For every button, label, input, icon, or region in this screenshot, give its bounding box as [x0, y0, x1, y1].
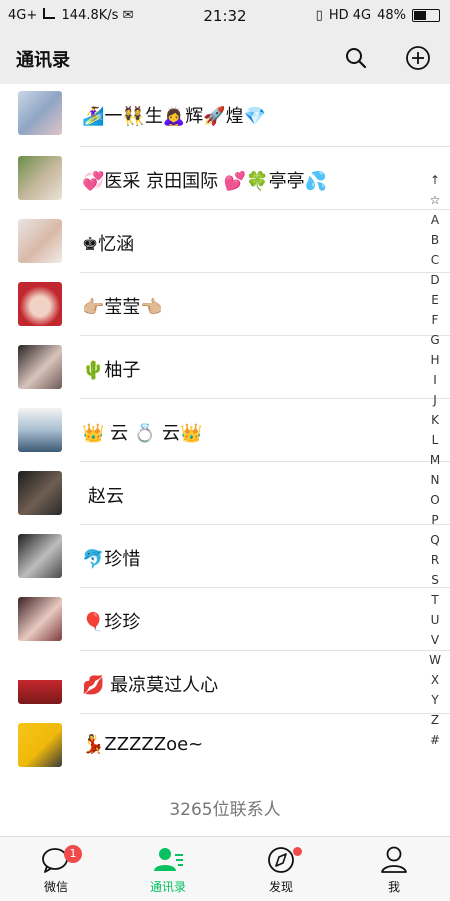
contact-row[interactable]: 👑 云 💍 云👑	[0, 399, 450, 462]
contact-row[interactable]: 💞医采 京田国际 💕🍀亭亭💦	[0, 147, 450, 210]
avatar	[18, 91, 62, 135]
index-letter[interactable]: D	[424, 270, 446, 290]
index-letter[interactable]: F	[424, 310, 446, 330]
index-letter[interactable]: ↑	[424, 170, 446, 190]
contact-count: 3265位联系人	[169, 800, 281, 820]
index-letter[interactable]: S	[424, 570, 446, 590]
index-letter[interactable]: W	[424, 650, 446, 670]
status-bar: 4G+ 144.8K/s ✉ 21:32 ▯ HD 4G 48%	[0, 0, 450, 32]
contact-row[interactable]: 💃ZZZZZoe~	[0, 714, 450, 777]
contact-row[interactable]: 🎈珍珍	[0, 588, 450, 651]
vibrate-icon: ▯	[315, 8, 323, 23]
tab-label: 通讯录	[149, 880, 186, 894]
tab-label: 发现	[268, 880, 293, 894]
index-letter[interactable]: ☆	[424, 190, 446, 210]
battery-percent: 48%	[377, 8, 406, 23]
contact-name: 💃ZZZZZoe~	[82, 734, 204, 755]
contact-name: 🐬珍惜	[82, 549, 141, 570]
avatar	[18, 156, 62, 200]
index-letter[interactable]: C	[424, 250, 446, 270]
avatar	[18, 345, 62, 389]
contact-name: ♚忆涵	[82, 234, 135, 255]
index-letter[interactable]: I	[424, 370, 446, 390]
contact-row[interactable]: 👉🏼莹莹👈🏼	[0, 273, 450, 336]
tab-contacts[interactable]: 通讯录	[112, 837, 224, 901]
contact-row[interactable]: 🌵柚子	[0, 336, 450, 399]
add-circle-icon	[406, 46, 430, 70]
contact-name: 🎈珍珍	[82, 612, 141, 633]
index-letter[interactable]: #	[424, 730, 446, 750]
index-letter[interactable]: U	[424, 610, 446, 630]
index-letter[interactable]: B	[424, 230, 446, 250]
signal-labels: HD 4G	[328, 8, 372, 23]
contact-row[interactable]: 🏄‍♀️一👯生🙇‍♀️辉🚀煌💎	[0, 84, 450, 147]
index-letter[interactable]: N	[424, 470, 446, 490]
contact-name: 🏄‍♀️一👯生🙇‍♀️辉🚀煌💎	[82, 106, 267, 127]
avatar	[18, 282, 62, 326]
unread-badge: 1	[64, 845, 82, 863]
tab-discover[interactable]: 发现	[225, 837, 337, 901]
index-letter[interactable]: T	[424, 590, 446, 610]
index-letter[interactable]: Q	[424, 530, 446, 550]
contact-row[interactable]: ♚忆涵	[0, 210, 450, 273]
index-letter[interactable]: H	[424, 350, 446, 370]
avatar	[18, 534, 62, 578]
index-letter[interactable]: M	[424, 450, 446, 470]
index-letter[interactable]: V	[424, 630, 446, 650]
index-letter[interactable]: G	[424, 330, 446, 350]
contact-name: 👑 云 💍 云👑	[82, 423, 203, 444]
avatar	[18, 219, 62, 263]
tab-label: 微信	[43, 880, 68, 894]
tab-me[interactable]: 我	[338, 837, 450, 901]
status-right: ▯ HD 4G 48%	[316, 8, 440, 23]
index-letter[interactable]: E	[424, 290, 446, 310]
alphabet-index[interactable]: ↑ ☆ A B C D E F G H I J K L M N O P Q R S T U V W X Y Z #	[424, 170, 446, 750]
contacts-icon	[154, 848, 183, 871]
tab-chats[interactable]: 1 微信	[0, 837, 112, 901]
index-letter[interactable]: Y	[424, 690, 446, 710]
new-dot-badge	[293, 847, 302, 856]
avatar	[18, 471, 62, 515]
contact-name: 🌵柚子	[82, 360, 141, 381]
index-letter[interactable]: R	[424, 550, 446, 570]
index-letter[interactable]: A	[424, 210, 446, 230]
search-icon	[346, 48, 367, 69]
contact-name: 💋 最凉莫过人心	[82, 675, 219, 696]
index-letter[interactable]: P	[424, 510, 446, 530]
battery-icon	[412, 9, 440, 22]
page-title: 通讯录	[16, 50, 70, 71]
tab-bar: 1 微信 通讯录 发现 我	[0, 836, 450, 901]
index-letter[interactable]: Z	[424, 710, 446, 730]
avatar	[18, 597, 62, 641]
index-letter[interactable]: O	[424, 490, 446, 510]
search-button[interactable]	[340, 42, 372, 74]
avatar	[18, 660, 62, 704]
index-letter[interactable]: X	[424, 670, 446, 690]
person-icon	[381, 846, 407, 873]
contact-row[interactable]: 💋 最凉莫过人心	[0, 651, 450, 714]
index-letter[interactable]: L	[424, 430, 446, 450]
contact-row[interactable]: 赵云	[0, 462, 450, 525]
contact-name: 👉🏼莹莹👈🏼	[82, 297, 163, 318]
index-letter[interactable]: J	[424, 390, 446, 410]
contact-name: 💞医采 京田国际 💕🍀亭亭💦	[82, 171, 328, 192]
avatar	[18, 723, 62, 767]
top-bar: 通讯录	[0, 32, 450, 84]
index-letter[interactable]: K	[424, 410, 446, 430]
contact-row[interactable]: 🐬珍惜	[0, 525, 450, 588]
add-button[interactable]	[402, 42, 434, 74]
contact-name: 赵云	[88, 486, 124, 507]
avatar	[18, 408, 62, 452]
tab-label: 我	[387, 880, 400, 894]
